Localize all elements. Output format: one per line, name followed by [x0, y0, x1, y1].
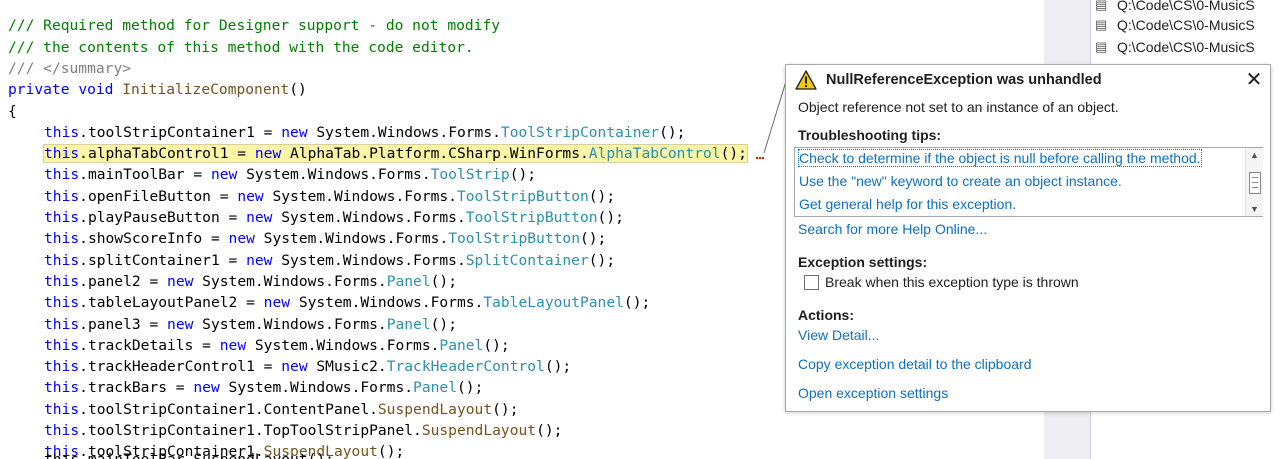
side-item-path[interactable]: ▤ Q:\Code\CS\0-MusicS [1095, 36, 1255, 58]
code-line-current: this.alphaTabControl1 = new AlphaTab.Pla… [43, 144, 748, 164]
code-line: /// Required method for Designer support… [8, 17, 501, 35]
view-detail-link[interactable]: View Detail... [798, 327, 879, 343]
code-line: this.mainToolBar = new System.Windows.Fo… [44, 166, 537, 184]
error-squiggle [756, 154, 764, 159]
code-line: this.showScoreInfo = new System.Windows.… [44, 230, 607, 248]
exception-message: Object reference not set to an instance … [798, 99, 1119, 115]
side-item-path[interactable]: ▤ Q:\Code\CS\0-MusicS [1095, 14, 1255, 36]
code-line: this.tableLayoutPanel2 = new System.Wind… [44, 294, 651, 312]
warning-icon [795, 70, 817, 90]
scroll-thumb[interactable] [1249, 172, 1261, 194]
break-when-thrown-checkbox[interactable] [804, 275, 819, 290]
tip-link-new-keyword[interactable]: Use the "new" keyword to create an objec… [799, 173, 1122, 189]
code-line: this.toolStripContainer1.ContentPanel.Su… [44, 400, 519, 418]
scroll-up-icon[interactable]: ▲ [1246, 148, 1263, 162]
code-line: this.splitContainer1 = new System.Window… [44, 251, 616, 269]
exception-title: NullReferenceException was unhandled [826, 72, 1102, 88]
code-line: this.toolStripContainer1 = new System.Wi… [44, 123, 686, 141]
code-line: /// </summary> [8, 59, 132, 77]
code-line: this.trackDetails = new System.Windows.F… [44, 336, 510, 354]
file-icon: ▤ [1095, 0, 1108, 12]
code-line: this.openFileButton = new System.Windows… [44, 187, 616, 205]
copy-exception-detail-link[interactable]: Copy exception detail to the clipboard [798, 356, 1031, 372]
exception-settings-heading: Exception settings: [798, 254, 928, 270]
tip-link-general-help[interactable]: Get general help for this exception. [799, 196, 1016, 212]
actions-heading: Actions: [798, 307, 854, 323]
code-line-partial: this.mainToolBar.SuspendLayout(); [44, 449, 334, 459]
search-help-online-link[interactable]: Search for more Help Online... [798, 221, 987, 237]
break-when-thrown-label[interactable]: Break when this exception type is thrown [825, 274, 1079, 290]
open-exception-settings-link[interactable]: Open exception settings [798, 385, 948, 401]
code-line: { [8, 102, 17, 120]
file-icon: ▤ [1095, 39, 1108, 54]
scroll-down-icon[interactable]: ▼ [1246, 202, 1263, 216]
code-line: this.toolStripContainer1.TopToolStripPan… [44, 422, 563, 439]
tips-scrollbar[interactable]: ▲ ▼ [1245, 148, 1263, 216]
close-button[interactable]: ✕ [1244, 70, 1264, 90]
code-line: this.playPauseButton = new System.Window… [44, 209, 624, 226]
exception-helper-popup: NullReferenceException was unhandled ✕ O… [785, 64, 1271, 412]
code-line: this.panel3 = new System.Windows.Forms.P… [44, 315, 457, 333]
code-line: private void InitializeComponent() [8, 81, 307, 99]
code-line: /// the contents of this method with the… [8, 38, 474, 56]
exception-header: NullReferenceException was unhandled ✕ [786, 65, 1270, 95]
code-line: this.trackHeaderControl1 = new SMusic2.T… [44, 358, 572, 376]
code-line: this.panel2 = new System.Windows.Forms.P… [44, 272, 457, 290]
troubleshooting-tips-list[interactable]: Check to determine if the object is null… [794, 147, 1263, 217]
file-icon: ▤ [1095, 17, 1108, 32]
tip-link-null-check[interactable]: Check to determine if the object is null… [798, 149, 1202, 167]
troubleshooting-heading: Troubleshooting tips: [798, 127, 942, 143]
code-line: this.trackBars = new System.Windows.Form… [44, 379, 484, 397]
